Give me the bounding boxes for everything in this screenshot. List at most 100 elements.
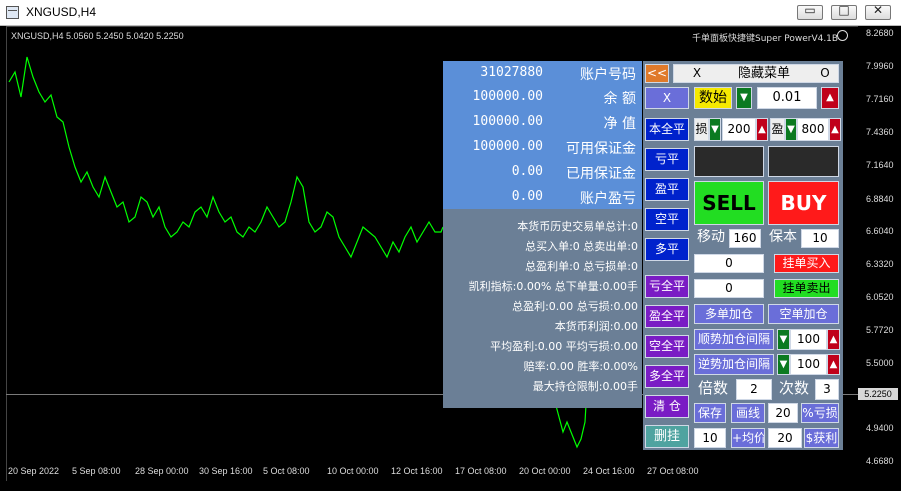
pending-sell-button[interactable]: 挂单卖出 — [774, 279, 839, 298]
stat-line: 本货币历史交易单总计:0 — [517, 220, 638, 233]
date-tick: 10 Oct 00:00 — [327, 466, 379, 476]
price-tick: 4.6680 — [866, 456, 894, 466]
account-panel: 31027880 账户号码 100000.00 余 额 100000.00 净 … — [443, 61, 642, 209]
stop-loss-input[interactable]: 200 — [722, 118, 756, 141]
equity-row: 100000.00 净 值 — [443, 110, 642, 135]
multiplier-label: 倍数 — [697, 379, 728, 397]
date-tick: 24 Oct 16:00 — [583, 466, 635, 476]
price-tick: 5.5000 — [866, 358, 894, 368]
counter-gap-down-arrow-icon[interactable]: ▼ — [777, 354, 790, 375]
account-pnl-value: 0.00 — [511, 189, 543, 204]
price-line — [8, 56, 444, 259]
chart-window-icon — [6, 6, 19, 19]
save-button[interactable]: 保存 — [694, 403, 726, 423]
lot-size-input[interactable]: 0.01 — [757, 87, 817, 109]
equity-value: 100000.00 — [472, 114, 543, 129]
times-label: 次数 — [778, 379, 809, 397]
date-tick: 20 Oct 00:00 — [519, 466, 571, 476]
trailing-label: 移动 — [697, 229, 725, 245]
stat-line: 凯利指标:0.00% 总下单量:0.00手 — [468, 280, 638, 293]
avg-right-input[interactable]: 20 — [768, 428, 802, 448]
delete-pending-button[interactable]: 删挂 — [645, 425, 689, 448]
close-profitable-button[interactable]: 盈平 — [645, 178, 689, 201]
long-add-button[interactable]: 多单加仓 — [694, 304, 764, 324]
stat-line: 最大持仓限制:0.00手 — [532, 380, 638, 393]
equity-label: 净 值 — [603, 116, 636, 132]
pct-loss-input[interactable]: 20 — [768, 403, 798, 423]
sell-button[interactable]: SELL — [694, 181, 764, 225]
breakeven-input[interactable]: 10 — [801, 229, 839, 248]
pending-buy-button[interactable]: 挂单买入 — [774, 254, 839, 273]
times-input[interactable]: 3 — [815, 379, 839, 400]
tp-down-arrow-icon[interactable]: ▼ — [785, 118, 797, 141]
free-margin-label: 可用保证金 — [566, 141, 636, 157]
draw-line-button[interactable]: 画线 — [731, 403, 765, 423]
date-tick: 5 Oct 08:00 — [263, 466, 310, 476]
pct-loss-button[interactable]: %亏损 — [801, 403, 839, 423]
account-pnl-row: 0.00 账户盈亏 — [443, 185, 642, 210]
collapse-button[interactable]: << — [645, 64, 669, 83]
price-tick: 8.2680 — [866, 28, 894, 38]
lot-up-arrow-icon[interactable]: ▲ — [821, 87, 839, 109]
used-margin-label: 已用保证金 — [566, 166, 636, 182]
price-tick: 6.8840 — [866, 194, 894, 204]
history-stats-panel: 本货币历史交易单总计:0 总买入单:0 总卖出单:0 总盈利单:0 总亏损单:0… — [443, 209, 642, 408]
restore-button[interactable]: □ — [831, 3, 857, 20]
current-price-label: 5.2250 — [858, 388, 898, 400]
close-all-losing-button[interactable]: 亏全平 — [645, 275, 689, 298]
short-add-button[interactable]: 空单加仓 — [768, 304, 839, 324]
trend-add-gap-label: 顺势加仓间隔 — [694, 329, 774, 350]
close-all-symbol-button[interactable]: 本全平 — [645, 118, 689, 141]
buy-button[interactable]: BUY — [768, 181, 839, 225]
close-losing-button[interactable]: 亏平 — [645, 148, 689, 171]
date-tick: 5 Sep 08:00 — [72, 466, 121, 476]
used-margin-value: 0.00 — [511, 164, 543, 179]
restore-icon: □ — [838, 3, 850, 17]
stop-loss-label: 损 — [694, 118, 709, 141]
free-margin-row: 100000.00 可用保证金 — [443, 135, 642, 160]
close-short-button[interactable]: 空平 — [645, 208, 689, 231]
close-long-button[interactable]: 多平 — [645, 238, 689, 261]
clear-positions-button[interactable]: 清 仓 — [645, 395, 689, 418]
trailing-input[interactable]: 160 — [729, 229, 761, 248]
balance-label: 余 额 — [603, 91, 636, 107]
date-tick: 20 Sep 2022 — [8, 466, 60, 476]
avg-price-button[interactable]: +均价 — [731, 428, 765, 448]
lot-down-arrow-icon[interactable]: ▼ — [736, 87, 752, 109]
sl-down-arrow-icon[interactable]: ▼ — [709, 118, 721, 141]
close-all-long-button[interactable]: 多全平 — [645, 365, 689, 388]
pending-sell-input[interactable]: 0 — [694, 279, 764, 298]
title-bar: XNGUSD,H4 ▭ □ ✕ — [0, 0, 901, 26]
price-tick: 5.7720 — [866, 325, 894, 335]
multiplier-input[interactable]: 2 — [736, 379, 772, 400]
close-all-short-button[interactable]: 空全平 — [645, 335, 689, 358]
close-panel-button[interactable]: X — [687, 65, 707, 82]
minimize-icon: ▭ — [804, 3, 816, 17]
account-number-row: 31027880 账户号码 — [443, 61, 642, 86]
date-tick: 30 Sep 16:00 — [199, 466, 253, 476]
counter-gap-up-arrow-icon[interactable]: ▲ — [827, 354, 840, 375]
close-button[interactable]: ✕ — [865, 3, 891, 20]
open-button[interactable]: 数始 — [694, 87, 732, 109]
take-profit-input[interactable]: 800 — [797, 118, 829, 141]
trend-gap-up-arrow-icon[interactable]: ▲ — [827, 329, 840, 350]
avg-left-input[interactable]: 10 — [694, 428, 726, 448]
dollar-profit-button[interactable]: $获利 — [804, 428, 839, 448]
tp-up-arrow-icon[interactable]: ▲ — [829, 118, 841, 141]
sl-up-arrow-icon[interactable]: ▲ — [756, 118, 768, 141]
x-button[interactable]: X — [645, 87, 689, 109]
date-tick: 27 Oct 08:00 — [647, 466, 699, 476]
symbol-info: XNGUSD,H4 5.0560 5.2450 5.0420 5.2250 — [11, 31, 184, 41]
trade-control-panel: << X 隐藏菜单 O X 数始 ▼ 0.01 ▲ 本全平 损 ▼ 200 ▲ … — [643, 61, 843, 450]
price-tick: 7.4360 — [866, 127, 894, 137]
o-button[interactable]: O — [815, 65, 835, 82]
pending-buy-input[interactable]: 0 — [694, 254, 764, 273]
date-tick: 28 Sep 00:00 — [135, 466, 189, 476]
close-all-profitable-button[interactable]: 盈全平 — [645, 305, 689, 328]
trend-gap-input[interactable]: 100 — [790, 329, 827, 350]
stat-line: 赔率:0.00 胜率:0.00% — [523, 360, 638, 373]
minimize-button[interactable]: ▭ — [797, 3, 823, 20]
counter-gap-input[interactable]: 100 — [790, 354, 827, 375]
hide-menu-button[interactable]: 隐藏菜单 — [729, 65, 799, 82]
trend-gap-down-arrow-icon[interactable]: ▼ — [777, 329, 790, 350]
